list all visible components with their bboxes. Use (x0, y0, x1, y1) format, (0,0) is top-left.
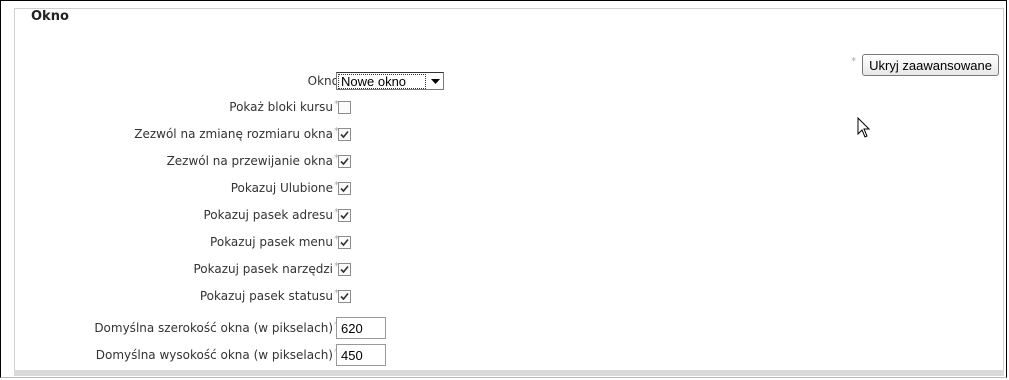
height-row: Domyślna wysokość okna (w pikselach)* 45… (15, 344, 1009, 366)
checkbox[interactable] (338, 289, 351, 303)
checkbox-row: Pokazuj pasek adresu* (15, 204, 1009, 226)
checkbox[interactable] (338, 208, 351, 222)
checkmark-icon (340, 184, 349, 192)
fieldset-okno: Okno * Ukryj zaawansowane Okno Nowe okno… (14, 8, 1004, 376)
window-label: Okno (307, 74, 339, 88)
checkmark-icon (340, 211, 349, 219)
checkbox[interactable] (338, 100, 351, 114)
width-label: Domyślna szerokość okna (w pikselach) (94, 321, 333, 335)
checkbox[interactable] (338, 154, 351, 168)
checkbox-label: Zezwól na zmianę rozmiaru okna (134, 127, 333, 141)
checkbox-label: Pokaż bloki kursu (229, 100, 333, 114)
checkbox-label: Zezwól na przewijanie okna (166, 154, 333, 168)
checkbox-row: Pokazuj pasek narzędzi* (15, 258, 1009, 280)
width-input[interactable]: 620 (336, 317, 386, 339)
chevron-down-icon (427, 78, 443, 84)
checkbox-label: Pokazuj pasek adresu (203, 208, 333, 222)
fieldset-legend: Okno (28, 9, 72, 24)
checkbox-row: Pokazuj Ulubione* (15, 177, 1009, 199)
advanced-marker: * (851, 55, 857, 67)
height-input[interactable]: 450 (336, 344, 386, 366)
checkbox[interactable] (338, 235, 351, 249)
checkmark-icon (340, 265, 349, 273)
window-select-value: Nowe okno (338, 73, 426, 89)
checkbox[interactable] (338, 127, 351, 141)
window-row: Okno Nowe okno (15, 70, 1009, 92)
checkbox-label: Pokazuj Ulubione (230, 181, 333, 195)
checkbox-row: Zezwól na przewijanie okna* (15, 150, 1009, 172)
window-select[interactable]: Nowe okno (336, 72, 444, 90)
checkbox-label: Pokazuj pasek narzędzi (193, 262, 334, 276)
checkmark-icon (340, 292, 349, 300)
height-label: Domyślna wysokość okna (w pikselach) (95, 348, 333, 362)
checkbox-label: Pokazuj pasek menu (210, 235, 333, 249)
checkbox-row: Pokazuj pasek statusu* (15, 285, 1009, 307)
checkbox-row: Pokazuj pasek menu* (15, 231, 1009, 253)
checkbox[interactable] (338, 262, 351, 276)
checkbox[interactable] (338, 181, 351, 195)
width-row: Domyślna szerokość okna (w pikselach)* 6… (15, 317, 1009, 339)
mouse-pointer-icon (857, 117, 871, 138)
checkbox-row: Pokaż bloki kursu* (15, 96, 1009, 118)
checkbox-label: Pokazuj pasek statusu (199, 289, 333, 303)
checkmark-icon (340, 238, 349, 246)
checkmark-icon (340, 130, 349, 138)
bottom-divider (14, 370, 1004, 376)
checkmark-icon (340, 157, 349, 165)
